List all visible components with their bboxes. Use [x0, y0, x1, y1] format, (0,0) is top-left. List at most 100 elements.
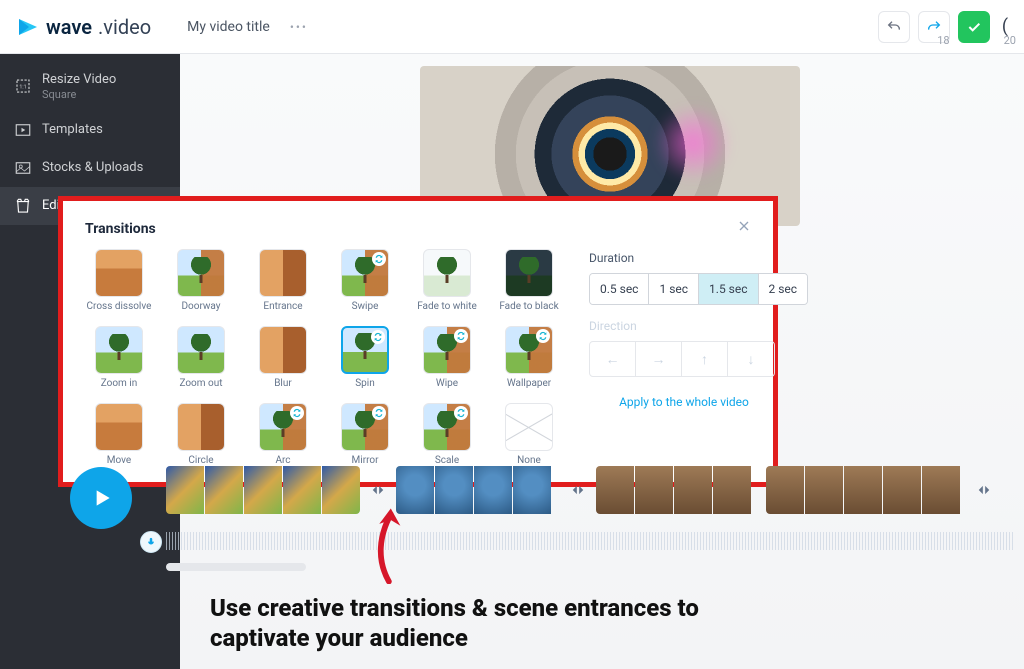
clip[interactable]: [166, 466, 360, 514]
app-header: wave.video My video title ••• (: [0, 0, 1024, 54]
transition-label: Wipe: [436, 378, 458, 389]
wave-logo-icon: [16, 15, 40, 39]
video-title[interactable]: My video title: [187, 19, 270, 35]
duration-option[interactable]: 0.5 sec: [590, 274, 649, 304]
timeline-scroll-thumb[interactable]: [166, 563, 306, 571]
transition-thumbnail: [423, 326, 471, 374]
close-icon: [736, 218, 752, 234]
svg-text:1:1: 1:1: [19, 85, 26, 91]
undo-button[interactable]: [878, 11, 910, 43]
transition-label: Fade to black: [499, 301, 558, 312]
duration-group: 0.5 sec1 sec1.5 sec2 sec: [589, 273, 808, 305]
transition-label: Spin: [355, 378, 375, 389]
transition-thumbnail: [177, 249, 225, 297]
transition-doorway[interactable]: Doorway: [167, 249, 235, 312]
transition-thumbnail: [341, 249, 389, 297]
transition-label: Swipe: [352, 301, 379, 312]
clip[interactable]: [396, 466, 560, 514]
video-track[interactable]: [166, 465, 1014, 515]
transition-label: Blur: [274, 378, 292, 389]
sidebar-item-resize[interactable]: 1:1 Resize Video Square: [0, 62, 180, 111]
brand-word-a: wave: [46, 15, 92, 39]
ruler-tick: 20: [1004, 34, 1016, 47]
direction-down-button[interactable]: ↓: [728, 342, 774, 376]
transition-cross-dissolve[interactable]: Cross dissolve: [85, 249, 153, 312]
transition-wallpaper[interactable]: Wallpaper: [495, 326, 563, 389]
transition-swipe[interactable]: Swipe: [331, 249, 399, 312]
modal-right-column: Duration 0.5 sec1 sec1.5 sec2 sec Direct…: [589, 249, 808, 466]
transition-label: Doorway: [181, 301, 220, 312]
duration-option[interactable]: 1 sec: [649, 274, 699, 304]
audio-track[interactable]: [166, 529, 1014, 553]
sidebar-item-templates[interactable]: Templates: [0, 111, 180, 149]
timeline-area: [0, 443, 1024, 581]
more-options[interactable]: •••: [290, 20, 308, 34]
direction-right-button[interactable]: →: [636, 342, 682, 376]
transition-zoom-in[interactable]: Zoom in: [85, 326, 153, 389]
resize-icon: 1:1: [14, 77, 32, 95]
mic-icon: [146, 537, 156, 547]
brand-logo[interactable]: wave.video: [16, 15, 151, 39]
sidebar-sublabel: Square: [42, 88, 116, 101]
transition-label: Fade to white: [417, 301, 477, 312]
transition-thumbnail: [505, 326, 553, 374]
sidebar-label: Templates: [42, 122, 103, 138]
transition-blur[interactable]: Blur: [249, 326, 317, 389]
loop-badge-icon: [372, 252, 386, 266]
duration-option[interactable]: 2 sec: [759, 274, 808, 304]
transition-spin[interactable]: Spin: [331, 326, 399, 389]
direction-up-button[interactable]: ↑: [682, 342, 728, 376]
apply-whole-video-link[interactable]: Apply to the whole video: [589, 395, 779, 409]
transition-thumbnail: [95, 249, 143, 297]
transition-label: Zoom in: [101, 378, 138, 389]
transition-icon: [977, 483, 991, 497]
transition-icon: [571, 483, 585, 497]
transitions-modal: Transitions Cross dissolveDoorwayEntranc…: [65, 203, 771, 480]
transition-wipe[interactable]: Wipe: [413, 326, 481, 389]
close-button[interactable]: [733, 215, 755, 237]
transition-label: Zoom out: [179, 378, 222, 389]
direction-label: Direction: [589, 319, 808, 333]
loop-badge-icon: [536, 329, 550, 343]
transition-zoom-out[interactable]: Zoom out: [167, 326, 235, 389]
play-button[interactable]: [70, 467, 132, 529]
loop-badge-icon: [290, 406, 304, 420]
transition-thumbnail: [259, 326, 307, 374]
templates-icon: [14, 121, 32, 139]
loop-badge-icon: [454, 329, 468, 343]
transitions-grid: Cross dissolve Doorway Entrance Swipe Fade t…: [85, 249, 563, 466]
transition-handle[interactable]: [976, 474, 992, 506]
transition-fade-to-black[interactable]: Fade to black: [495, 249, 563, 312]
check-icon: [966, 19, 982, 35]
sidebar-label: Resize Video: [42, 72, 116, 87]
direction-group: ← → ↑ ↓: [589, 341, 775, 377]
transition-thumbnail: [505, 249, 553, 297]
mic-button[interactable]: [140, 531, 162, 553]
transition-label: Wallpaper: [507, 378, 551, 389]
arrow-down-icon: ↓: [748, 351, 755, 368]
transition-thumbnail: [177, 326, 225, 374]
transition-thumbnail: [423, 249, 471, 297]
clip[interactable]: [766, 466, 966, 514]
waveform: [166, 532, 1014, 550]
duration-option[interactable]: 1.5 sec: [699, 274, 758, 304]
loop-badge-icon: [454, 406, 468, 420]
sidebar-item-stocks[interactable]: Stocks & Uploads: [0, 149, 180, 187]
transition-handle[interactable]: [570, 474, 586, 506]
direction-left-button[interactable]: ←: [590, 342, 636, 376]
undo-icon: [886, 19, 902, 35]
duration-label: Duration: [589, 251, 808, 265]
loop-badge-icon: [372, 406, 386, 420]
ruler-tick: 18: [937, 34, 949, 47]
arrow-right-icon: →: [652, 351, 666, 368]
arrow-up-icon: ↑: [701, 351, 708, 368]
transition-fade-to-white[interactable]: Fade to white: [413, 249, 481, 312]
redo-icon: [926, 19, 942, 35]
clip[interactable]: [596, 466, 756, 514]
edit-icon: [14, 197, 32, 215]
transition-thumbnail: [95, 326, 143, 374]
transition-handle[interactable]: [370, 474, 386, 506]
arrow-left-icon: ←: [606, 351, 620, 368]
transition-entrance[interactable]: Entrance: [249, 249, 317, 312]
sidebar-label: Stocks & Uploads: [42, 160, 143, 176]
